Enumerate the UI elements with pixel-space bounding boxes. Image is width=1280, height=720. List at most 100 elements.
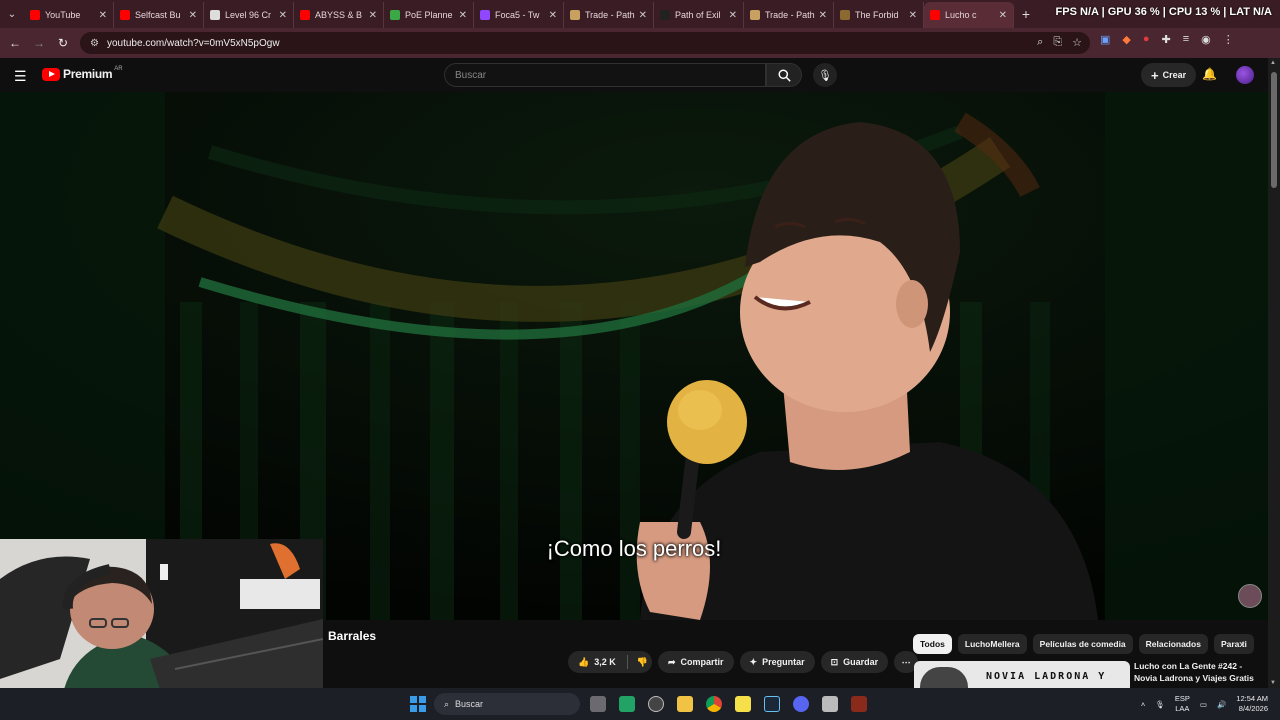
tab-close-icon[interactable]: ✕: [639, 10, 647, 21]
like-dislike-group: 👍 3,2 K 👎: [568, 651, 652, 673]
tab-close-icon[interactable]: ✕: [909, 10, 917, 21]
bookmark-icon: ⊡: [830, 656, 839, 667]
tab-close-icon[interactable]: ✕: [189, 10, 197, 21]
profile-avatar-icon[interactable]: ◉: [1201, 33, 1211, 46]
forward-button[interactable]: →: [27, 36, 51, 50]
app-icon[interactable]: [648, 696, 664, 712]
filter-chip[interactable]: LuchoMellera: [957, 634, 1027, 654]
tab-search-chevron-icon[interactable]: ⌄: [0, 0, 24, 28]
filter-chip[interactable]: Películas de comedia: [1032, 634, 1133, 654]
start-tile: [419, 696, 426, 703]
thumbnail-face: [920, 667, 968, 688]
browser-tab[interactable]: Level 96 Cr ✕: [204, 2, 294, 28]
reload-button[interactable]: ↻: [51, 36, 75, 50]
reading-list-icon[interactable]: ≡: [1183, 33, 1189, 46]
task-view-icon[interactable]: [590, 696, 606, 712]
app-icon[interactable]: [619, 696, 635, 712]
volume-icon[interactable]: 🔊: [1217, 700, 1226, 709]
back-button[interactable]: ←: [3, 36, 27, 50]
ask-button[interactable]: ✦ Preguntar: [739, 651, 815, 673]
youtube-logo[interactable]: Premium AR: [42, 66, 123, 81]
extension-icon[interactable]: ▣: [1100, 33, 1110, 46]
microphone-tray-icon[interactable]: 🎙: [1155, 700, 1165, 709]
share-button[interactable]: ➦ Compartir: [657, 651, 734, 673]
app-icon[interactable]: [822, 696, 838, 712]
address-bar[interactable]: ⚙ youtube.com/watch?v=0mV5xN5pOgw ⌕ ⎘ ☆: [80, 32, 1090, 54]
like-divider: [626, 655, 628, 669]
install-icon[interactable]: ⎘: [1053, 36, 1062, 49]
windows-start-icon[interactable]: [410, 696, 426, 712]
save-label: Guardar: [843, 657, 879, 667]
filter-chip[interactable]: Para ti: [1213, 634, 1254, 654]
tab-title: The Forbid: [855, 10, 899, 20]
language-indicator[interactable]: ESP LAA: [1175, 694, 1190, 714]
chevron-right-icon[interactable]: ›: [1239, 637, 1243, 651]
like-count[interactable]: 3,2 K: [594, 657, 616, 667]
tab-close-icon[interactable]: ✕: [729, 10, 737, 21]
tab-close-icon[interactable]: ✕: [999, 10, 1007, 21]
extensions-puzzle-icon[interactable]: ✚: [1162, 33, 1171, 46]
browser-tab[interactable]: Lucho c ✕: [924, 2, 1014, 28]
file-explorer-icon[interactable]: [677, 696, 693, 712]
network-icon[interactable]: ▭: [1200, 700, 1207, 709]
bookmark-star-icon[interactable]: ☆: [1072, 36, 1082, 49]
site-info-icon[interactable]: ⚙: [90, 38, 99, 49]
tab-close-icon[interactable]: ✕: [99, 10, 107, 21]
recommendation-title[interactable]: Lucho con La Gente #242 - Novia Ladrona …: [1134, 660, 1266, 684]
scrollbar-thumb[interactable]: [1271, 72, 1277, 188]
tab-title: ABYSS & B: [315, 10, 363, 20]
tab-title: YouTube: [45, 10, 81, 20]
tab-close-icon[interactable]: ✕: [279, 10, 287, 21]
tab-list: YouTube ✕ Selfcast Bu ✕ Level 96 Cr ✕ ABYSS & …: [24, 0, 1014, 28]
save-button[interactable]: ⊡ Guardar: [820, 651, 889, 673]
discord-icon[interactable]: [793, 696, 809, 712]
app-icon[interactable]: [851, 696, 867, 712]
extension-icon[interactable]: ◆: [1122, 33, 1130, 46]
zoom-icon[interactable]: ⌕: [1037, 36, 1043, 49]
taskbar-search[interactable]: ⌕ Buscar: [434, 693, 580, 715]
sticky-notes-icon[interactable]: [735, 696, 751, 712]
browser-tab[interactable]: ABYSS & B ✕: [294, 2, 384, 28]
page-scrollbar[interactable]: ▲ ▼: [1268, 58, 1280, 688]
thumbs-down-icon[interactable]: 👎: [637, 657, 648, 668]
url-text: youtube.com/watch?v=0mV5xN5pOgw: [106, 37, 280, 49]
search-button[interactable]: [766, 63, 802, 87]
menu-icon[interactable]: ☰: [14, 68, 27, 85]
browser-tab[interactable]: YouTube ✕: [24, 2, 114, 28]
extension-icon[interactable]: ●: [1143, 33, 1150, 46]
voice-search-button[interactable]: 🎙: [813, 63, 837, 87]
tab-close-icon[interactable]: ✕: [369, 10, 377, 21]
browser-tab[interactable]: Selfcast Bu ✕: [114, 2, 204, 28]
scroll-up-icon[interactable]: ▲: [1270, 60, 1276, 66]
notifications-bell-icon[interactable]: 🔔: [1202, 67, 1217, 81]
youtube-play-icon: [42, 67, 60, 81]
chrome-icon[interactable]: [706, 696, 722, 712]
filter-chips: Todos LuchoMellera Películas de comedia Rel…: [913, 634, 1254, 654]
channel-mini-avatar[interactable]: [1238, 584, 1262, 608]
steam-icon[interactable]: [764, 696, 780, 712]
filter-chip[interactable]: Todos: [913, 634, 952, 654]
create-button[interactable]: + Crear: [1141, 63, 1197, 87]
tab-close-icon[interactable]: ✕: [459, 10, 467, 21]
account-avatar[interactable]: [1236, 66, 1254, 84]
scroll-down-icon[interactable]: ▼: [1270, 680, 1276, 686]
ask-label: Preguntar: [762, 657, 805, 667]
tab-close-icon[interactable]: ✕: [549, 10, 557, 21]
thumbs-up-icon[interactable]: 👍: [578, 657, 589, 668]
browser-tab[interactable]: Trade - Path ✕: [744, 2, 834, 28]
recommendation-thumbnail[interactable]: NOVIA LADRONA Y: [914, 661, 1130, 688]
extension-icons: ▣ ◆ ● ✚ ≡ ◉ ⋮: [1100, 33, 1234, 46]
browser-tab[interactable]: The Forbid ✕: [834, 2, 924, 28]
youtube-header: ☰ Premium AR Buscar 🎙 + Crear 🔔: [0, 58, 1268, 92]
browser-tab[interactable]: PoE Planne ✕: [384, 2, 474, 28]
clock[interactable]: 12:54 AM 8/4/2026: [1236, 694, 1268, 714]
search-input[interactable]: Buscar: [444, 63, 766, 87]
tab-close-icon[interactable]: ✕: [819, 10, 827, 21]
browser-tab[interactable]: Trade - Path ✕: [564, 2, 654, 28]
new-tab-button[interactable]: +: [1014, 6, 1038, 22]
browser-tab[interactable]: Foca5 - Tw ✕: [474, 2, 564, 28]
browser-tab[interactable]: Path of Exil ✕: [654, 2, 744, 28]
tray-chevron-icon[interactable]: ˄: [1141, 700, 1145, 709]
filter-chip[interactable]: Relacionados: [1138, 634, 1208, 654]
browser-menu-icon[interactable]: ⋮: [1223, 33, 1234, 46]
